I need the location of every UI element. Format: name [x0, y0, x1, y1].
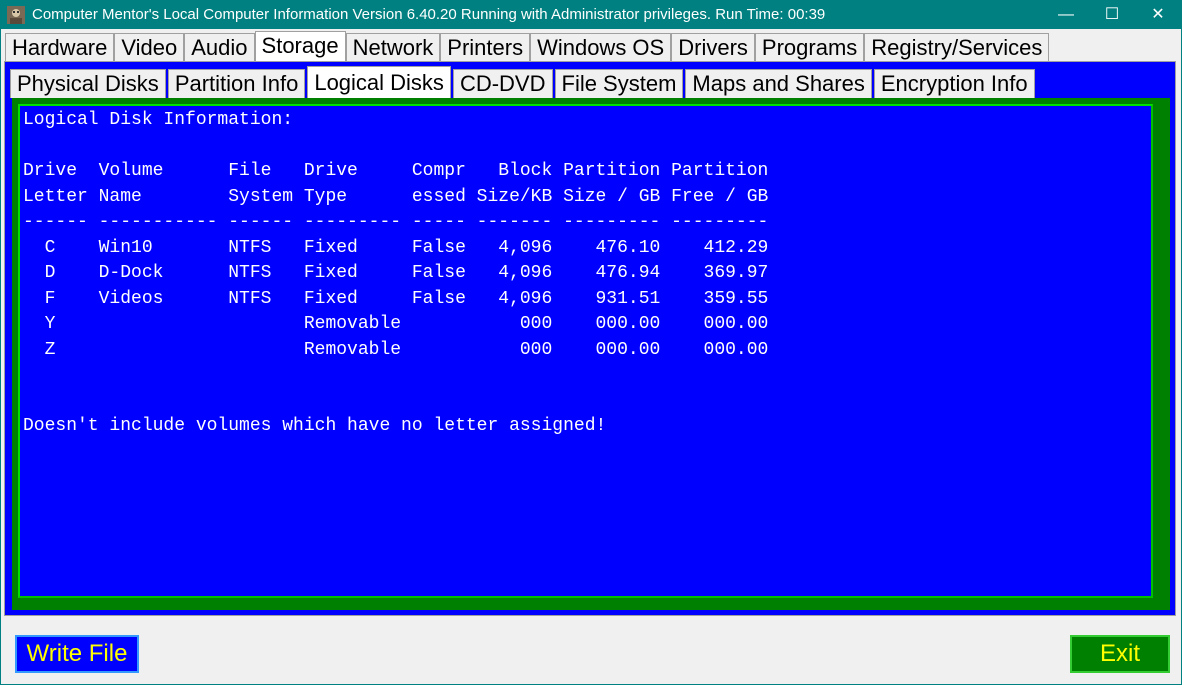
column-header-row-2: Letter Name System Type essed Size/KB Si… [23, 186, 769, 207]
minimize-button[interactable]: — [1043, 1, 1089, 29]
tab-printers[interactable]: Printers [440, 33, 531, 61]
subtab-cd-dvd[interactable]: CD-DVD [452, 69, 553, 98]
write-file-button[interactable]: Write File [15, 635, 139, 673]
output-frame: Logical Disk Information: Drive Volume Fi… [12, 98, 1170, 610]
tab-programs[interactable]: Programs [754, 33, 865, 61]
tab-hardware[interactable]: Hardware [5, 33, 115, 61]
tab-registry-services[interactable]: Registry/Services [864, 33, 1050, 61]
tab-drivers[interactable]: Drivers [671, 33, 755, 61]
storage-sub-tab-strip: Physical Disks Partition Info Logical Di… [10, 66, 1037, 98]
disk-row: Z Removable 000 000.00 000.00 [23, 339, 769, 360]
disk-row: F Videos NTFS Fixed False 4,096 931.51 3… [23, 288, 769, 309]
maximize-icon: ☐ [1104, 6, 1120, 23]
subtab-encryption-info[interactable]: Encryption Info [873, 69, 1035, 98]
subtab-logical-disks[interactable]: Logical Disks [307, 66, 451, 98]
maximize-button[interactable]: ☐ [1089, 1, 1135, 29]
output-text: Logical Disk Information: Drive Volume Fi… [23, 108, 768, 440]
subtab-physical-disks[interactable]: Physical Disks [10, 69, 166, 98]
main-tab-strip: Hardware Video Audio Storage Network Pri… [5, 31, 1050, 62]
disk-row: Y Removable 000 000.00 000.00 [23, 314, 769, 334]
app-window: Computer Mentor's Local Computer Informa… [0, 0, 1182, 685]
column-separator: ------ ----------- ------ --------- ----… [23, 212, 769, 232]
exit-button[interactable]: Exit [1070, 635, 1170, 673]
output-note: Doesn't include volumes which have no le… [23, 416, 607, 436]
tab-windows-os[interactable]: Windows OS [530, 33, 672, 61]
tab-storage[interactable]: Storage [254, 31, 346, 62]
minimize-icon: — [1058, 6, 1074, 23]
disk-row: D D-Dock NTFS Fixed False 4,096 476.94 3… [23, 263, 769, 283]
window-title: Computer Mentor's Local Computer Informa… [32, 6, 826, 23]
close-button[interactable]: ✕ [1135, 1, 1181, 29]
tab-network[interactable]: Network [345, 33, 441, 61]
column-header-row-1: Drive Volume File Drive Compr Block Part… [23, 161, 769, 181]
subtab-partition-info[interactable]: Partition Info [167, 69, 306, 98]
output-heading: Logical Disk Information: [23, 110, 294, 130]
close-icon: ✕ [1151, 6, 1165, 23]
app-icon [7, 6, 25, 24]
tab-video[interactable]: Video [114, 33, 185, 61]
disk-row: C Win10 NTFS Fixed False 4,096 476.10 41… [23, 237, 769, 258]
title-bar[interactable]: Computer Mentor's Local Computer Informa… [1, 1, 1181, 29]
subtab-maps-and-shares[interactable]: Maps and Shares [685, 69, 872, 98]
storage-tab-panel: Physical Disks Partition Info Logical Di… [4, 61, 1176, 616]
logical-disk-output[interactable]: Logical Disk Information: Drive Volume Fi… [18, 104, 1153, 598]
subtab-file-system[interactable]: File System [554, 69, 684, 98]
tab-audio[interactable]: Audio [184, 33, 255, 61]
